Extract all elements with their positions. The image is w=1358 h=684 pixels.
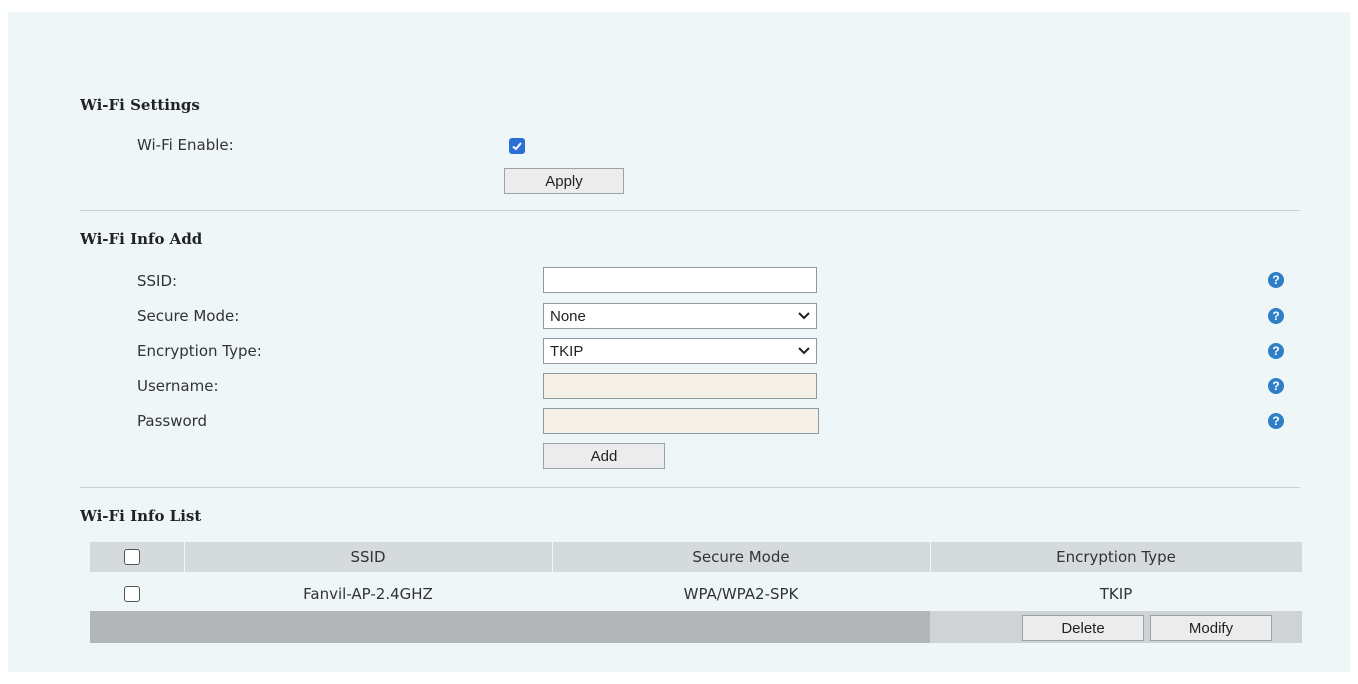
chevron-down-icon (798, 312, 810, 320)
table-header: SSID Secure Mode Encryption Type (90, 542, 1302, 572)
wifi-enable-label: Wi-Fi Enable: (137, 136, 234, 154)
wifi-settings-title: Wi-Fi Settings (80, 96, 200, 114)
question-circle-icon[interactable]: ? (1268, 308, 1284, 324)
ssid-label: SSID: (137, 272, 178, 290)
secure-mode-select[interactable]: None (543, 303, 817, 329)
checkmark-icon (512, 142, 522, 151)
username-label: Username: (137, 377, 219, 395)
question-circle-icon[interactable]: ? (1268, 413, 1284, 429)
column-header-encryption-type: Encryption Type (1056, 548, 1176, 566)
row-secure-mode: WPA/WPA2-SPK (683, 585, 799, 603)
column-header-ssid: SSID (350, 548, 386, 566)
wifi-info-add-title: Wi-Fi Info Add (80, 230, 203, 248)
apply-button[interactable]: Apply (504, 168, 624, 194)
row-checkbox[interactable] (124, 586, 140, 602)
encryption-type-value: TKIP (550, 342, 584, 360)
secure-mode-value: None (550, 307, 586, 325)
secure-mode-label: Secure Mode: (137, 307, 240, 325)
question-circle-icon[interactable]: ? (1268, 378, 1284, 394)
add-button[interactable]: Add (543, 443, 665, 469)
chevron-down-icon (798, 347, 810, 355)
password-input[interactable] (543, 408, 819, 434)
username-input[interactable] (543, 373, 817, 399)
password-label: Password (137, 412, 208, 430)
ssid-input[interactable] (543, 267, 817, 293)
question-circle-icon[interactable]: ? (1268, 272, 1284, 288)
row-ssid: Fanvil-AP-2.4GHZ (303, 585, 433, 603)
section-divider (80, 487, 1300, 488)
row-encryption-type: TKIP (1099, 585, 1133, 603)
table-row: Fanvil-AP-2.4GHZ WPA/WPA2-SPK TKIP (90, 579, 1302, 609)
question-circle-icon[interactable]: ? (1268, 343, 1284, 359)
section-divider (80, 210, 1300, 211)
wifi-enable-checkbox[interactable] (509, 138, 525, 154)
delete-button[interactable]: Delete (1022, 615, 1144, 641)
encryption-type-label: Encryption Type: (137, 342, 262, 360)
select-all-checkbox[interactable] (124, 549, 140, 565)
wifi-info-list-title: Wi-Fi Info List (80, 507, 202, 525)
column-header-secure-mode: Secure Mode (692, 548, 790, 566)
encryption-type-select[interactable]: TKIP (543, 338, 817, 364)
modify-button[interactable]: Modify (1150, 615, 1272, 641)
